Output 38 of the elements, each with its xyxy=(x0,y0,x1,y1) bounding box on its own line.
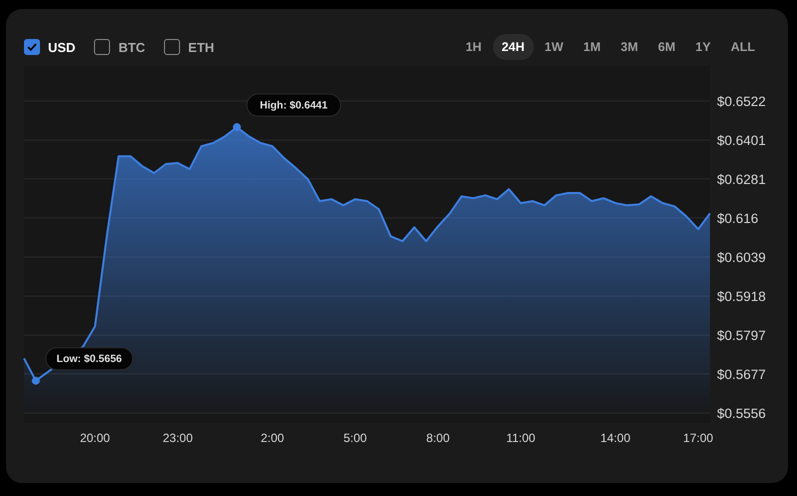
price-axis-label: $0.5677 xyxy=(717,366,766,382)
time-range-tab[interactable]: 1W xyxy=(536,34,572,60)
check-icon xyxy=(27,43,37,51)
time-axis-label: 11:00 xyxy=(506,431,536,445)
time-range-tab[interactable]: 1H xyxy=(456,34,491,60)
time-range-tab[interactable]: ALL xyxy=(722,34,764,60)
price-axis-label: $0.6039 xyxy=(717,250,766,265)
price-tooltip: High: $0.6441 xyxy=(246,94,342,117)
price-axis-label: $0.5918 xyxy=(717,289,766,304)
price-axis-label: $0.6401 xyxy=(717,133,766,148)
time-axis-label: 5:00 xyxy=(344,431,367,445)
price-axis-label: $0.6281 xyxy=(717,172,766,187)
time-range-tab[interactable]: 3M xyxy=(612,34,648,60)
time-range-tab[interactable]: 6M xyxy=(649,34,684,60)
time-axis-label: 23:00 xyxy=(162,431,193,445)
annotation: High: $0.6441 xyxy=(260,100,328,112)
time-axis-label: 2:00 xyxy=(260,431,284,445)
price-tooltip: Low: $0.5656 xyxy=(45,347,134,370)
currency-label: BTC xyxy=(118,40,146,54)
currency-label: USD xyxy=(48,40,76,54)
time-range-tab[interactable]: 1Y xyxy=(686,34,720,60)
time-range-tab[interactable]: 24H xyxy=(492,34,534,60)
time-axis-label: 20:00 xyxy=(80,431,110,445)
time-axis-label: 14:00 xyxy=(600,431,630,445)
checkbox[interactable] xyxy=(164,39,180,55)
currency-label: ETH xyxy=(188,40,214,54)
point-marker xyxy=(232,123,241,132)
time-axis-label: 8:00 xyxy=(426,431,450,445)
price-axis-label: $0.6522 xyxy=(717,94,766,109)
price-axis-label: $0.5797 xyxy=(717,328,766,344)
time-axis-label: 17:00 xyxy=(683,431,714,445)
price-axis-label: $0.616 xyxy=(717,210,758,226)
checkbox[interactable] xyxy=(24,39,40,55)
price-axis-label: $0.5556 xyxy=(717,406,766,421)
point-marker xyxy=(32,376,40,385)
annotation: Low: $0.5656 xyxy=(56,353,122,366)
time-range-tab[interactable]: 1M xyxy=(574,34,610,60)
checkbox[interactable] xyxy=(94,39,110,55)
